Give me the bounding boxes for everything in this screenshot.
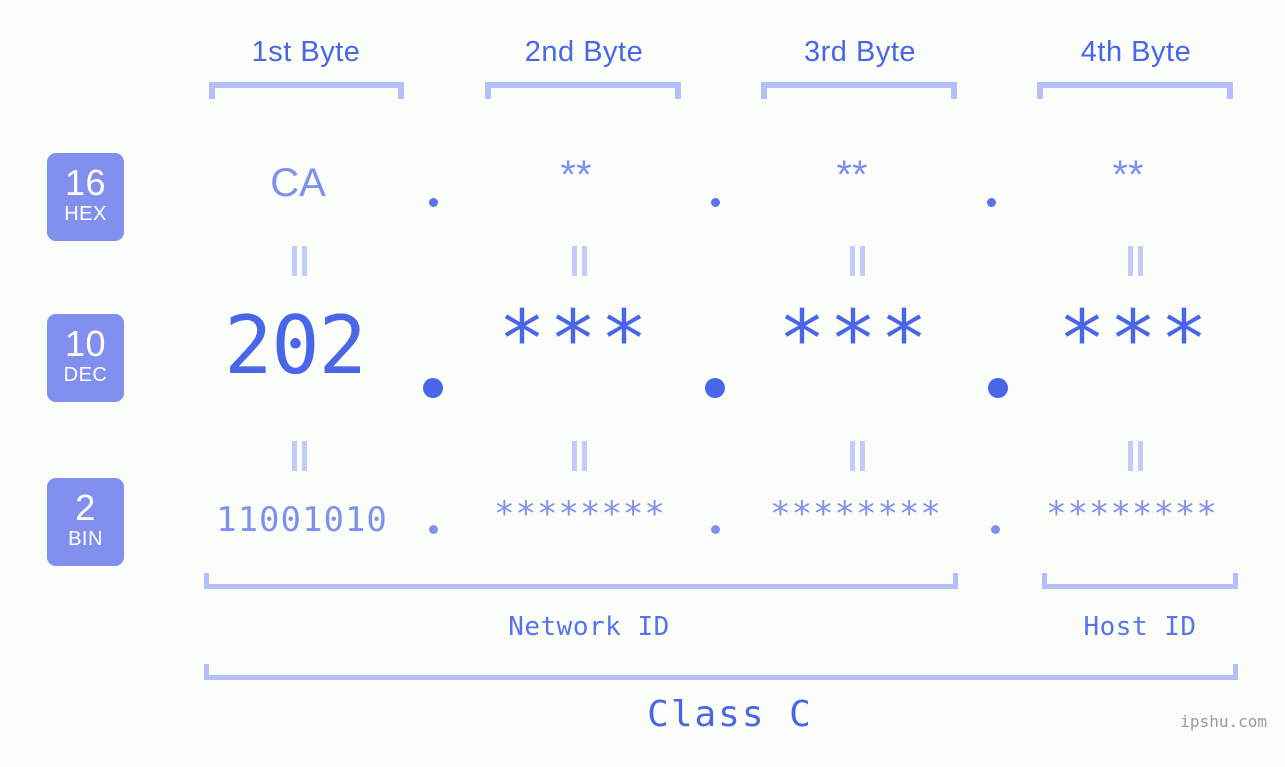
hex-separator-dot-2	[711, 198, 720, 207]
byte-bracket-4	[1037, 82, 1233, 99]
ip-address-breakdown-diagram: 1st Byte 2nd Byte 3rd Byte 4th Byte 16 H…	[0, 0, 1285, 767]
base-badge-bin: 2 BIN	[47, 478, 124, 566]
base-badge-dec-number: 10	[64, 323, 107, 364]
base-badge-bin-number: 2	[75, 487, 96, 528]
byte-header-2: 2nd Byte	[524, 36, 644, 68]
dec-byte-4: ***	[1058, 295, 1212, 385]
site-watermark: ipshu.com	[1180, 712, 1267, 731]
bin-separator-dot-1	[429, 525, 438, 534]
byte-header-4: 4th Byte	[1080, 36, 1192, 68]
hex-byte-2: **	[560, 153, 592, 197]
base-badge-hex-number: 16	[64, 162, 107, 203]
bin-byte-2: ********	[494, 494, 666, 534]
dec-separator-dot-3	[988, 378, 1008, 398]
equivalence-marker-dec-bin-3	[849, 441, 867, 471]
network-id-bracket	[204, 573, 958, 589]
base-badge-hex-label: HEX	[64, 203, 107, 225]
dec-byte-2: ***	[498, 295, 652, 385]
equivalence-marker-hex-dec-2	[571, 246, 589, 276]
byte-bracket-1	[209, 82, 404, 99]
base-badge-dec: 10 DEC	[47, 314, 124, 402]
base-badge-dec-label: DEC	[63, 364, 108, 386]
dec-separator-dot-1	[423, 378, 443, 398]
dec-byte-3: ***	[778, 295, 932, 385]
byte-bracket-2	[485, 82, 681, 99]
bin-byte-4: ********	[1046, 494, 1218, 534]
byte-header-3: 3rd Byte	[804, 36, 916, 68]
bin-byte-3: ********	[770, 494, 942, 534]
equivalence-marker-dec-bin-4	[1127, 441, 1145, 471]
byte-header-1: 1st Byte	[251, 36, 361, 68]
equivalence-marker-hex-dec-3	[849, 246, 867, 276]
class-bracket	[204, 664, 1238, 680]
hex-byte-4: **	[1112, 153, 1144, 197]
bin-separator-dot-3	[991, 525, 1000, 534]
base-badge-bin-label: BIN	[68, 528, 103, 550]
hex-separator-dot-3	[987, 198, 996, 207]
equivalence-marker-dec-bin-1	[291, 441, 309, 471]
equivalence-marker-hex-dec-1	[291, 246, 309, 276]
byte-bracket-3	[761, 82, 957, 99]
equivalence-marker-dec-bin-2	[571, 441, 589, 471]
host-id-bracket	[1042, 573, 1238, 589]
dec-separator-dot-2	[705, 378, 725, 398]
host-id-label: Host ID	[1083, 612, 1197, 642]
hex-byte-3: **	[836, 153, 868, 197]
class-label: Class C	[647, 694, 813, 735]
bin-byte-1: 11001010	[216, 500, 388, 540]
network-id-label: Network ID	[508, 612, 670, 642]
hex-byte-1: CA	[270, 161, 326, 205]
equivalence-marker-hex-dec-4	[1127, 246, 1145, 276]
dec-byte-1: 202	[224, 299, 367, 392]
hex-separator-dot-1	[429, 198, 438, 207]
base-badge-hex: 16 HEX	[47, 153, 124, 241]
bin-separator-dot-2	[711, 525, 720, 534]
